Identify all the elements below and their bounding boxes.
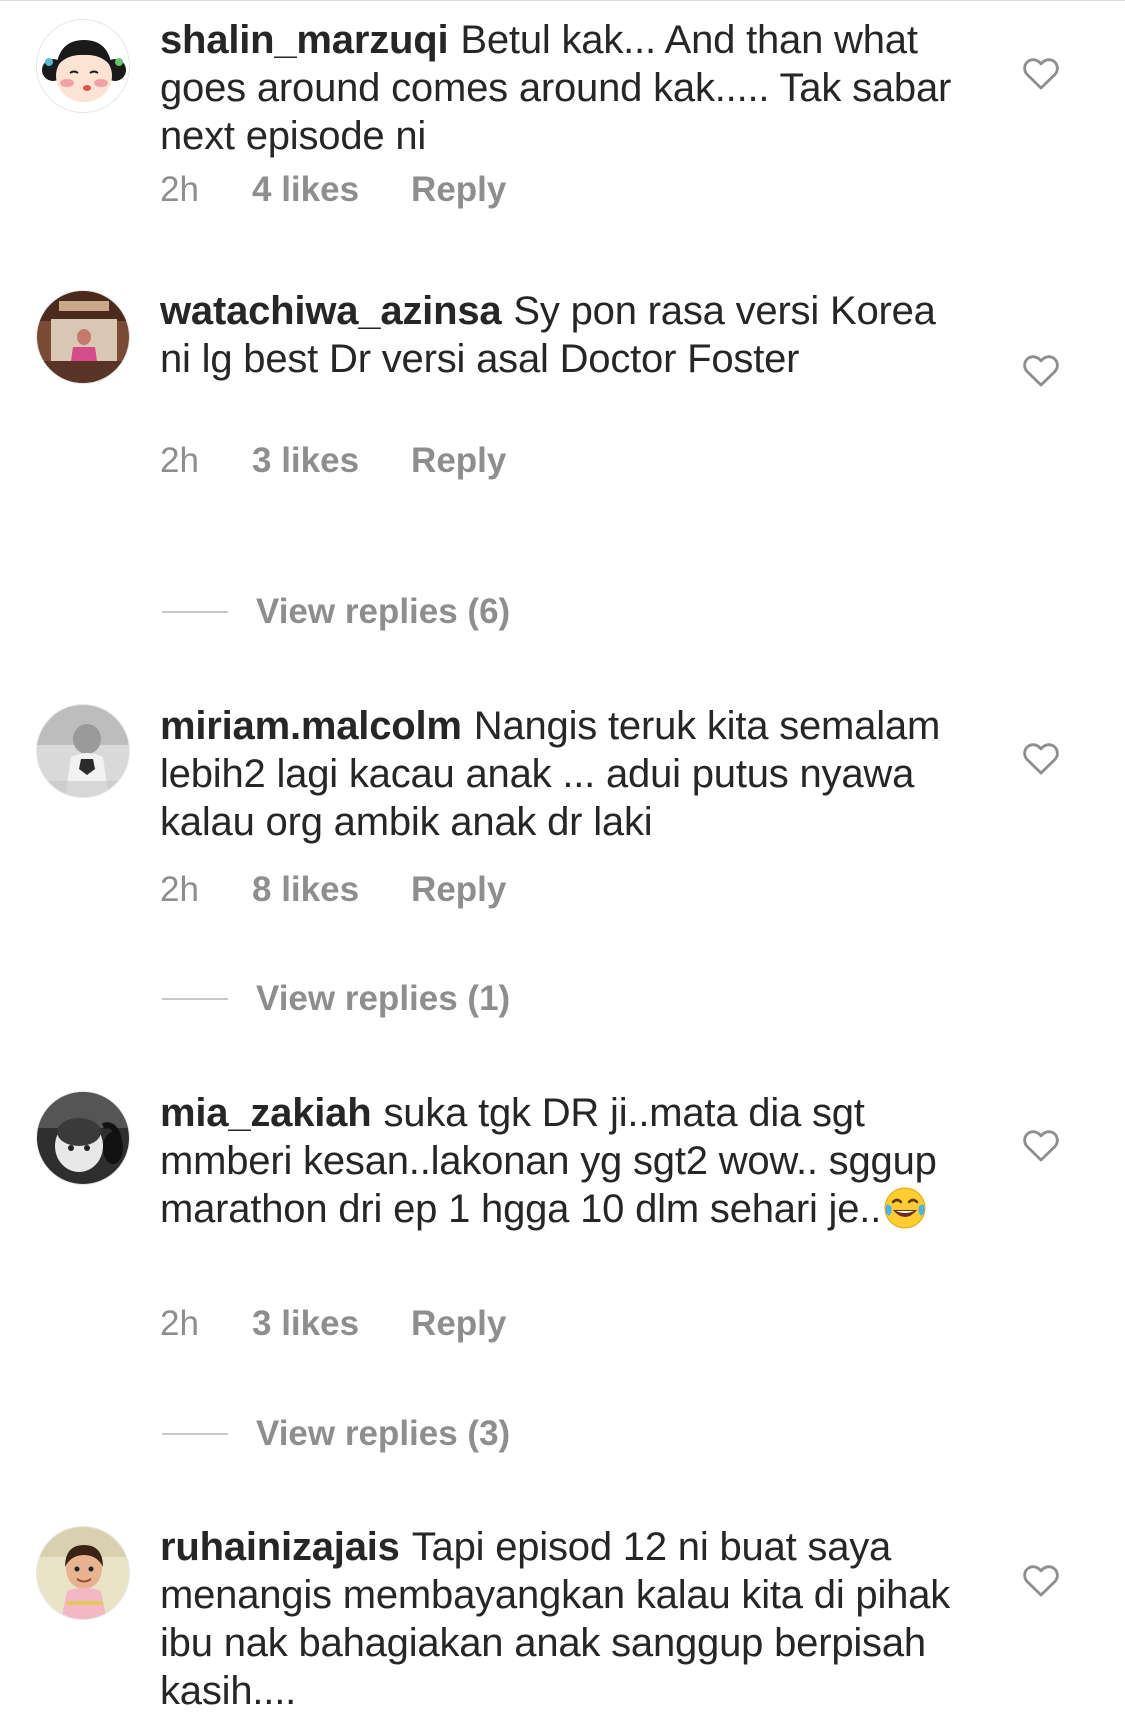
heart-outline-icon[interactable]	[1022, 55, 1060, 91]
comment-likes[interactable]: 3 likes	[252, 1304, 359, 1344]
reply-button[interactable]: Reply	[411, 441, 506, 481]
avatar[interactable]	[36, 1091, 130, 1185]
avatar[interactable]	[36, 290, 130, 384]
comment-meta: 2h 4 likes Reply	[160, 170, 506, 210]
comment-text: ruhainizajais Tapi episod 12 ni buat saya…	[160, 1523, 960, 1715]
avatar[interactable]	[36, 704, 130, 798]
photo-avatar-icon	[37, 1092, 129, 1184]
comment-text: mia_zakiah suka tgk DR ji..mata dia sgt m…	[160, 1089, 960, 1241]
photo-avatar-icon	[37, 291, 129, 383]
avatar[interactable]	[36, 19, 130, 113]
view-replies-label[interactable]: View replies (3)	[256, 1414, 510, 1454]
comment-username[interactable]: mia_zakiah	[160, 1091, 372, 1135]
comment-text: miriam.malcolm Nangis teruk kita semalam …	[160, 702, 960, 846]
view-replies-label[interactable]: View replies (1)	[256, 979, 510, 1019]
view-replies-label[interactable]: View replies (6)	[256, 592, 510, 632]
comment-username[interactable]: shalin_marzuqi	[160, 18, 449, 62]
reply-button[interactable]: Reply	[411, 1304, 506, 1344]
view-replies-line	[162, 998, 228, 1000]
face-with-tears-of-joy-emoji	[883, 1186, 927, 1241]
view-replies-line	[162, 1433, 228, 1435]
heart-outline-icon[interactable]	[1022, 1127, 1060, 1163]
comment-meta: 2h 8 likes Reply	[160, 870, 506, 910]
comment-username[interactable]: watachiwa_azinsa	[160, 289, 502, 333]
heart-outline-icon[interactable]	[1022, 1562, 1060, 1598]
top-divider	[0, 0, 1125, 1]
comment-meta: 2h 3 likes Reply	[160, 441, 506, 481]
comment-username[interactable]: miriam.malcolm	[160, 704, 462, 748]
photo-avatar-icon	[37, 1527, 129, 1619]
comment-meta: 2h 3 likes Reply	[160, 1304, 506, 1344]
photo-avatar-icon	[37, 705, 129, 797]
comment-time: 2h	[160, 441, 199, 480]
comment-username[interactable]: ruhainizajais	[160, 1525, 400, 1569]
comment-likes[interactable]: 8 likes	[252, 870, 359, 910]
comment-text: shalin_marzuqi Betul kak... And than what…	[160, 16, 960, 160]
heart-outline-icon[interactable]	[1022, 740, 1060, 776]
reply-button[interactable]: Reply	[411, 170, 506, 210]
comment-time: 2h	[160, 170, 199, 209]
avatar[interactable]	[36, 1526, 130, 1620]
cartoon-girl-avatar-icon	[37, 20, 129, 112]
comment-likes[interactable]: 3 likes	[252, 441, 359, 481]
comment-time: 2h	[160, 870, 199, 909]
reply-button[interactable]: Reply	[411, 870, 506, 910]
comment-text: watachiwa_azinsa Sy pon rasa versi Korea …	[160, 287, 960, 383]
comment-time: 2h	[160, 1304, 199, 1343]
comment-likes[interactable]: 4 likes	[252, 170, 359, 210]
view-replies-line	[162, 611, 228, 613]
heart-outline-icon[interactable]	[1022, 352, 1060, 388]
